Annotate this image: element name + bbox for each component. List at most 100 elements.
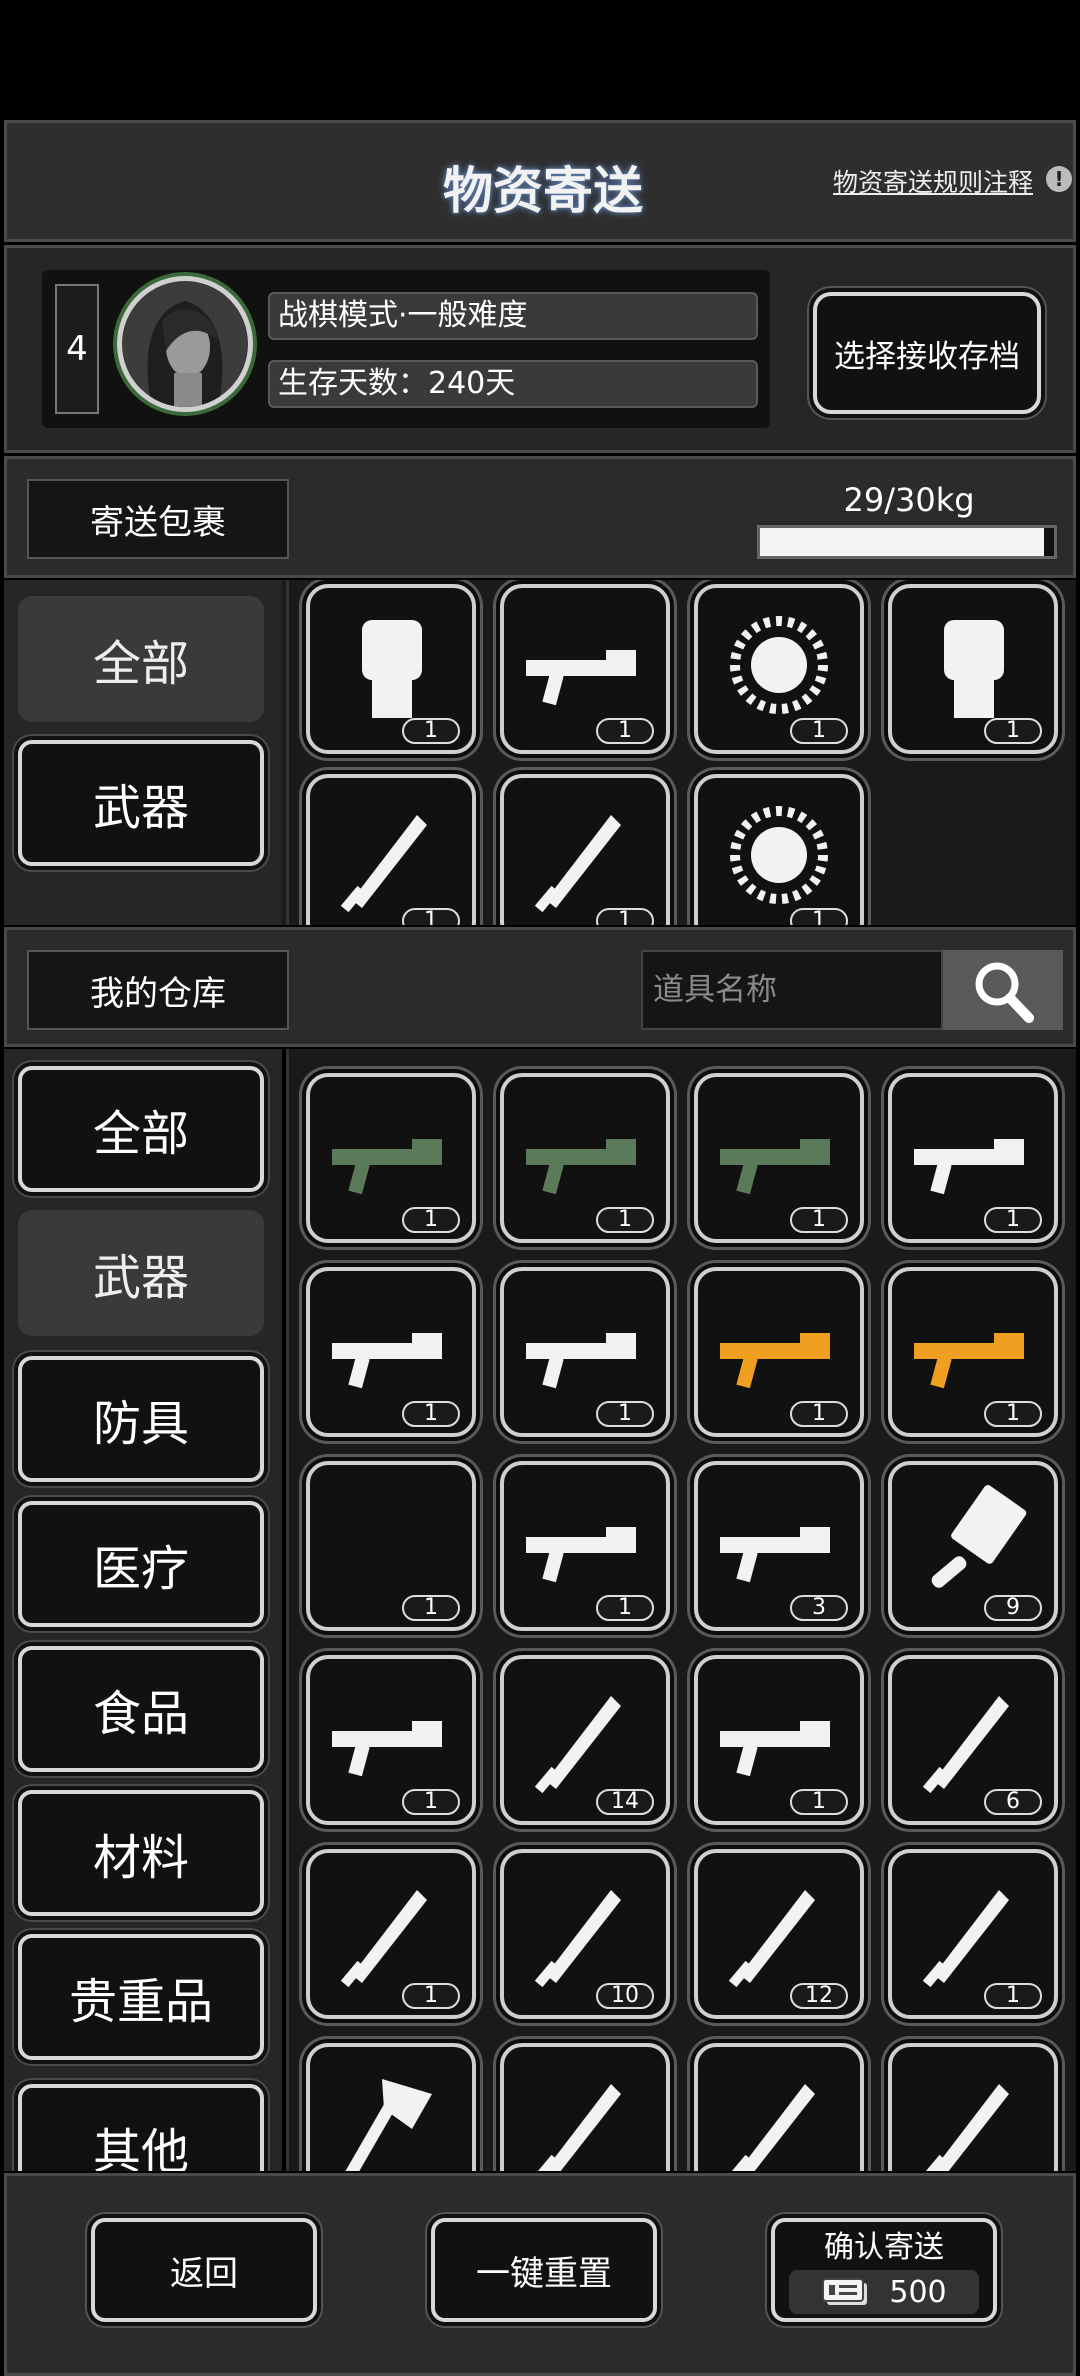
warehouse-item-slot[interactable]: 1 [306,1461,476,1631]
item-count-badge: 1 [790,1401,848,1427]
item-count-badge: 12 [790,1983,848,2009]
item-count-badge: 1 [596,1595,654,1621]
warehouse-item-slot[interactable]: 1 [694,1267,864,1437]
crossbow-icon [332,1721,442,1777]
search-icon [975,962,1034,1023]
package-item-slot[interactable]: 1 [306,774,476,925]
confirm-send-button[interactable]: 确认寄送 500 [771,2218,997,2322]
package-item-slot[interactable]: 1 [500,584,670,754]
power-fist-icon [362,620,422,718]
camo-rocket-launcher-icon [526,1139,636,1195]
confirm-send-label: 确认寄送 [824,2230,944,2265]
warehouse-item-slot[interactable]: 1 [888,1849,1058,2019]
warehouse-item-slot[interactable]: 1 [500,1073,670,1243]
item-count-badge: 1 [790,1789,848,1815]
warehouse-item-slot[interactable] [888,2043,1058,2171]
item-count-badge: 1 [984,718,1042,744]
item-count-badge: 1 [790,908,848,925]
item-count-badge: 1 [402,1983,460,2009]
warehouse-tab-armor[interactable]: 防具 [18,1356,264,1482]
item-count-badge: 14 [596,1789,654,1815]
weight-bar [757,525,1057,559]
item-count-badge: 1 [790,718,848,744]
warehouse-tab-all[interactable]: 全部 [18,1066,264,1192]
warehouse-item-slot[interactable]: 1 [888,1267,1058,1437]
axe-icon [340,2079,432,2171]
warehouse-item-slot[interactable]: 12 [694,1849,864,2019]
avatar [117,276,253,412]
warehouse-tab-weapons[interactable]: 武器 [18,1210,264,1336]
rules-link[interactable]: 物资寄送规则注释 [833,163,1033,199]
package-item-slot[interactable]: 1 [500,774,670,925]
item-count-badge: 1 [984,1401,1042,1427]
skull-emblem-icon [730,806,828,904]
cost-value: 500 [889,2274,947,2310]
warehouse-item-slot[interactable]: 9 [888,1461,1058,1631]
package-item-slot[interactable]: 1 [694,584,864,754]
package-item-slot[interactable]: 1 [694,774,864,925]
item-count-badge: 1 [402,1789,460,1815]
warehouse-tab-medical[interactable]: 医疗 [18,1501,264,1627]
camo-minigun-icon [720,1139,830,1195]
back-button[interactable]: 返回 [91,2218,317,2322]
item-count-badge: 1 [402,718,460,744]
warehouse-item-slot[interactable]: 3 [694,1461,864,1631]
package-label: 寄送包裹 [27,479,289,559]
tactical-sniper-icon [914,1139,1024,1195]
heavy-gauntlet-icon [944,620,1004,718]
warehouse-tab-materials[interactable]: 材料 [18,1790,264,1916]
search-button[interactable] [943,950,1063,1030]
package-item-grid: 1 1 1 1 1 1 1 [290,580,1070,925]
warehouse-item-slot[interactable] [306,2043,476,2171]
warehouse-item-slot[interactable]: 1 [306,1849,476,2019]
item-count-badge: 1 [984,1207,1042,1233]
warehouse-item-slot[interactable]: 1 [306,1267,476,1437]
item-count-badge: 1 [402,1401,460,1427]
heavy-rifle-icon [720,1721,830,1777]
item-count-badge: 1 [790,1207,848,1233]
warehouse-item-slot[interactable]: 10 [500,1849,670,2019]
item-count-badge: 1 [984,1983,1042,2009]
warehouse-item-slot[interactable] [500,2043,670,2171]
item-count-badge: 1 [596,718,654,744]
warehouse-item-slot[interactable]: 14 [500,1655,670,1825]
package-item-slot[interactable]: 1 [888,584,1058,754]
warehouse-tab-valuables[interactable]: 贵重品 [18,1934,264,2060]
warehouse-item-slot[interactable]: 1 [694,1655,864,1825]
scalpel-icon [340,1890,427,1988]
reset-button[interactable]: 一键重置 [431,2218,657,2322]
chain-whip-icon [322,1477,460,1607]
package-tab-weapons[interactable]: 武器 [18,740,264,866]
camo-sniper-rifle-icon [332,1139,442,1195]
warehouse-item-slot[interactable]: 1 [306,1073,476,1243]
footer-bar: 返回 一键重置 确认寄送 500 [4,2173,1076,2376]
sabre-icon [534,1696,621,1794]
warehouse-item-slot[interactable]: 1 [888,1073,1058,1243]
curved-blade-icon [922,2084,1009,2171]
package-tab-all[interactable]: 全部 [18,596,264,722]
warehouse-item-slot[interactable]: 1 [306,1655,476,1825]
package-item-slot[interactable]: 1 [306,584,476,754]
item-count-badge: 1 [596,1401,654,1427]
thorn-spear-icon [728,2084,815,2171]
warehouse-item-slot[interactable] [694,2043,864,2171]
assault-rifle-icon [720,1527,830,1583]
weight-text: 29/30kg [843,481,975,519]
warehouse-item-slot[interactable]: 1 [500,1267,670,1437]
info-icon[interactable]: ! [1046,166,1072,192]
search-input[interactable]: 道具名称 [641,950,943,1030]
select-save-button[interactable]: 选择接收存档 [813,292,1041,414]
warehouse-tab-clip: 其他 [0,2070,280,2171]
golden-rifle-icon [914,1333,1024,1389]
weight-bar-fill [760,528,1044,556]
survival-days-label: 生存天数：240天 [268,360,758,408]
warehouse-item-slot[interactable]: 1 [500,1461,670,1631]
item-count-badge: 1 [596,1207,654,1233]
warehouse-item-slot[interactable]: 6 [888,1655,1058,1825]
item-count-badge: 6 [984,1789,1042,1815]
warehouse-item-slot[interactable]: 1 [694,1073,864,1243]
warehouse-tab-food[interactable]: 食品 [18,1646,264,1772]
warehouse-tab-other[interactable]: 其他 [18,2084,264,2171]
warehouse-item-grid: 1 1 1 1 1 1 1 1 1 1 3 9 1 14 1 6 1 10 12 1 [290,1049,1070,2171]
bayonet-icon [534,2084,621,2171]
